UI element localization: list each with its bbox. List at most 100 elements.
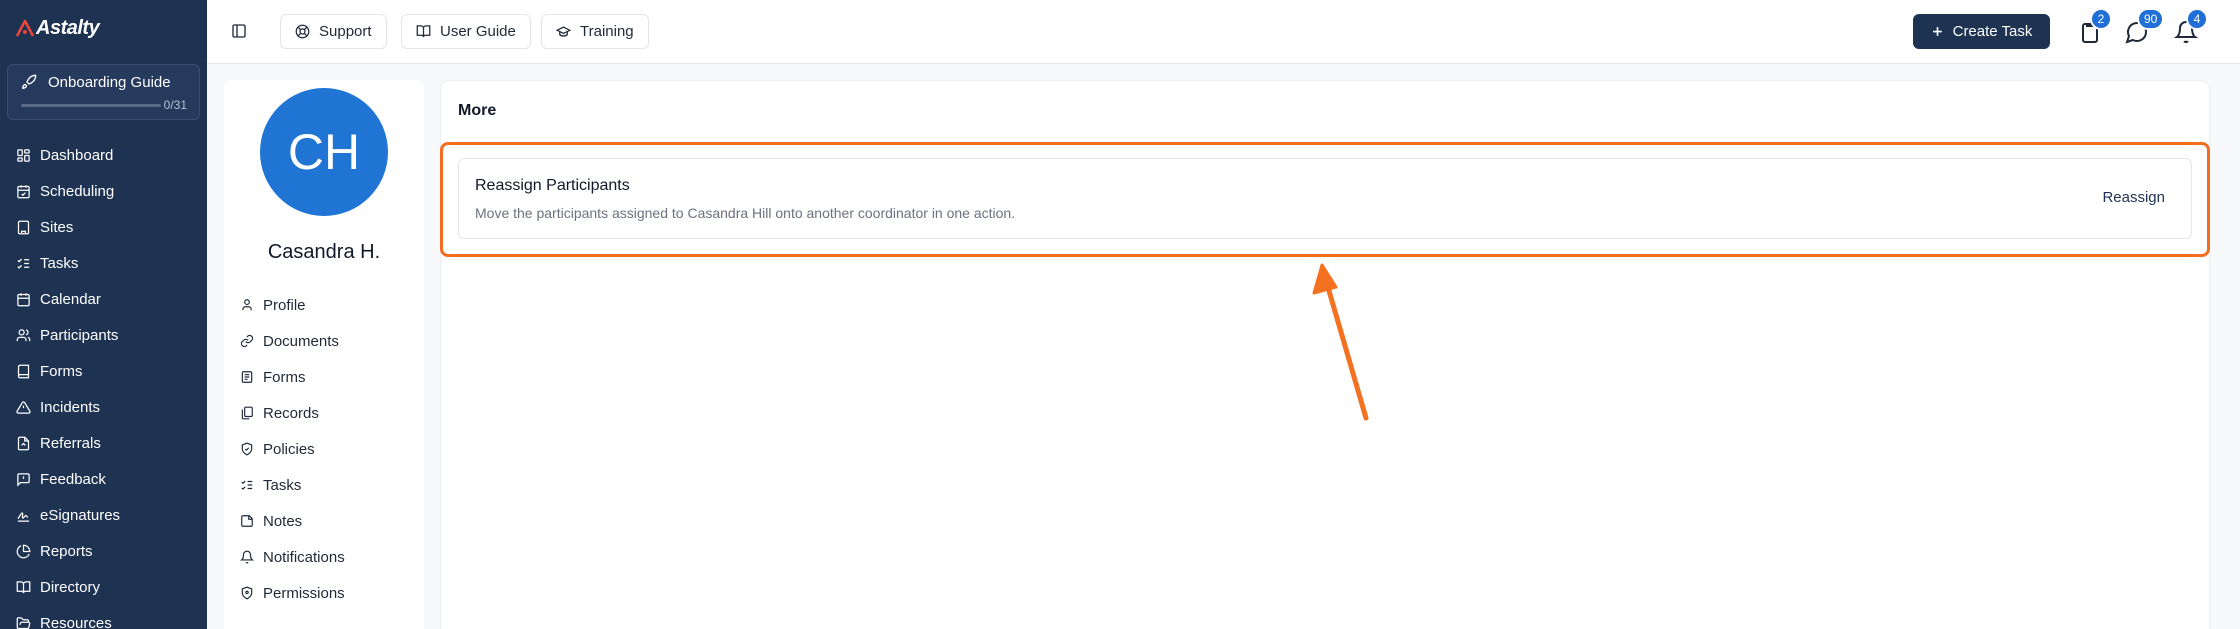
user-guide-label: User Guide: [440, 23, 516, 40]
profile-card: CH Casandra H. Profile Documents Forms R…: [224, 80, 424, 629]
sidebar-item-resources[interactable]: Resources: [0, 605, 207, 629]
profile-menu-label: Permissions: [263, 584, 345, 602]
profile-menu-tasks[interactable]: Tasks: [240, 467, 420, 503]
form-icon: [241, 371, 253, 383]
sidebar-item-label: Reports: [40, 542, 93, 560]
user-guide-button[interactable]: User Guide: [401, 14, 531, 49]
link-icon: [240, 334, 254, 348]
sidebar-toggle-icon[interactable]: [231, 23, 247, 39]
sidebar-item-reports[interactable]: Reports: [0, 533, 207, 569]
reassign-button[interactable]: Reassign: [2102, 189, 2165, 206]
onboarding-label: Onboarding Guide: [48, 74, 171, 91]
profile-menu-policies[interactable]: Policies: [240, 431, 420, 467]
app-logo[interactable]: Astalty: [15, 16, 100, 40]
tasks-shortcut-button[interactable]: 2: [2078, 8, 2112, 44]
file-import-icon: [17, 436, 30, 450]
reassign-participants-card: Reassign Participants Move the participa…: [458, 158, 2192, 239]
calendar-icon: [17, 292, 30, 306]
profile-menu-label: Documents: [263, 332, 339, 350]
logo-text: Astalty: [36, 16, 100, 39]
sidebar-nav: Dashboard Scheduling Sites Tasks Calenda…: [0, 137, 207, 629]
sidebar-item-referrals[interactable]: Referrals: [0, 425, 207, 461]
sidebar-item-feedback[interactable]: Feedback: [0, 461, 207, 497]
sidebar-item-esignatures[interactable]: eSignatures: [0, 497, 207, 533]
user-icon: [242, 299, 252, 311]
training-label: Training: [580, 23, 634, 40]
profile-menu-label: Policies: [263, 440, 315, 458]
sidebar-item-label: Incidents: [40, 398, 101, 416]
building-icon: [17, 220, 30, 234]
chart-pie-icon: [16, 544, 31, 558]
sidebar-item-scheduling[interactable]: Scheduling: [0, 173, 207, 209]
training-button[interactable]: Training: [541, 14, 649, 49]
profile-menu-documents[interactable]: Documents: [240, 323, 420, 359]
note-icon: [241, 515, 253, 527]
book-open-icon: [416, 25, 431, 38]
onboarding-guide[interactable]: Onboarding Guide 0/31: [7, 64, 200, 120]
plus-icon: [1932, 27, 1942, 36]
tasks-badge: 2: [2090, 8, 2112, 30]
messages-button[interactable]: 90: [2125, 8, 2165, 44]
sidebar-item-tasks[interactable]: Tasks: [0, 245, 207, 281]
sidebar-item-sites[interactable]: Sites: [0, 209, 207, 245]
create-task-label: Create Task: [1952, 23, 2033, 40]
shield-lock-icon: [241, 586, 253, 600]
list-checks-icon: [17, 258, 30, 269]
sidebar-item-label: Directory: [40, 578, 101, 596]
sidebar-item-incidents[interactable]: Incidents: [0, 389, 207, 425]
sidebar-item-label: Calendar: [40, 290, 101, 308]
rocket-icon: [22, 74, 37, 89]
sidebar-item-forms[interactable]: Forms: [0, 353, 207, 389]
profile-menu-forms[interactable]: Forms: [240, 359, 420, 395]
graduation-cap-icon: [556, 26, 571, 37]
pointer-arrow: [1312, 263, 1369, 421]
notifications-badge: 4: [2186, 8, 2208, 30]
reassign-title: Reassign Participants: [475, 177, 630, 194]
list-checks-icon: [241, 480, 253, 490]
sidebar-item-label: Dashboard: [40, 146, 114, 164]
sidebar-item-label: Participants: [40, 326, 119, 344]
users-icon: [16, 328, 31, 341]
calendar-check-icon: [17, 184, 30, 198]
sidebar-item-label: Resources: [40, 614, 112, 629]
profile-menu-label: Records: [263, 404, 319, 422]
dashboard-icon: [17, 148, 30, 162]
sidebar: Astalty Onboarding Guide 0/31 Dashboard …: [0, 0, 207, 629]
profile-name: Casandra H.: [267, 241, 381, 263]
profile-menu-label: Notes: [263, 512, 303, 530]
profile-menu-records[interactable]: Records: [240, 395, 420, 431]
notifications-button[interactable]: 4: [2173, 8, 2208, 44]
support-label: Support: [319, 23, 372, 40]
book-open-icon: [16, 580, 31, 593]
book-icon: [17, 364, 30, 378]
life-buoy-icon: [295, 24, 310, 39]
avatar: CH: [260, 88, 388, 216]
profile-menu-profile[interactable]: Profile: [240, 287, 420, 323]
sidebar-item-label: Sites: [40, 218, 74, 236]
support-button[interactable]: Support: [280, 14, 387, 49]
sidebar-item-label: Feedback: [40, 470, 106, 488]
top-bar: Support User Guide Training Create Task …: [207, 0, 2240, 64]
onboarding-progress-bar: [21, 104, 161, 107]
page-title: More: [458, 102, 497, 119]
records-icon: [241, 406, 253, 420]
profile-menu-permissions[interactable]: Permissions: [240, 575, 420, 611]
sidebar-item-label: Referrals: [40, 434, 101, 452]
profile-menu-notes[interactable]: Notes: [240, 503, 420, 539]
reassign-description: Move the participants assigned to Casand…: [475, 205, 1016, 221]
sidebar-item-participants[interactable]: Participants: [0, 317, 207, 353]
sidebar-item-dashboard[interactable]: Dashboard: [0, 137, 207, 173]
profile-menu-label: Profile: [263, 296, 306, 314]
folder-open-icon: [16, 616, 31, 629]
profile-menu-notifications[interactable]: Notifications: [240, 539, 420, 575]
messages-badge: 90: [2137, 8, 2165, 30]
sidebar-item-label: Scheduling: [40, 182, 115, 200]
profile-menu-label: Tasks: [263, 476, 302, 494]
sidebar-item-directory[interactable]: Directory: [0, 569, 207, 605]
create-task-button[interactable]: Create Task: [1913, 14, 2050, 49]
shield-check-icon: [241, 442, 253, 456]
sidebar-item-calendar[interactable]: Calendar: [0, 281, 207, 317]
signature-icon: [17, 511, 30, 522]
bell-icon: [240, 550, 254, 564]
triangle-alert-icon: [16, 400, 31, 414]
